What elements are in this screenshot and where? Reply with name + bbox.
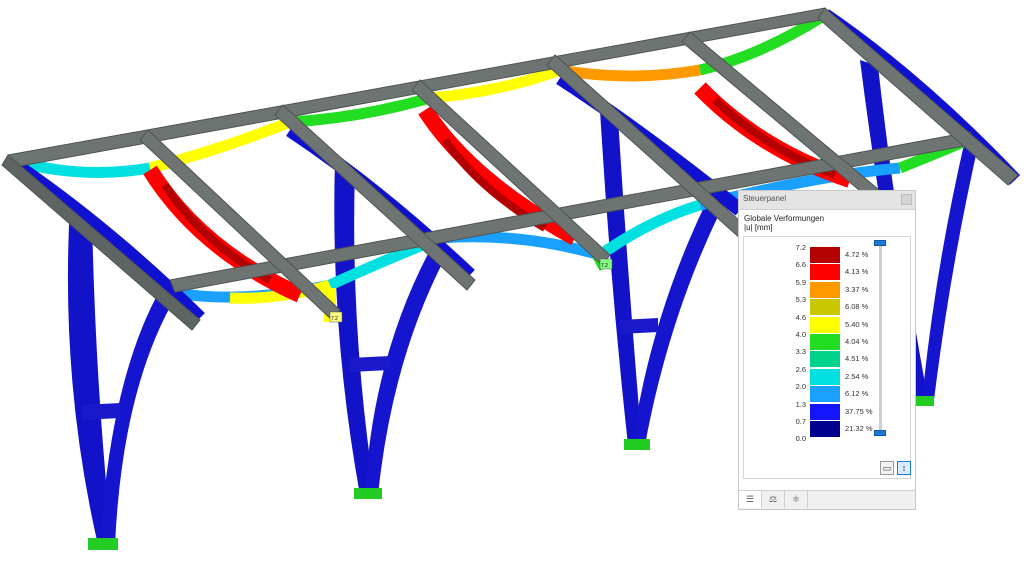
legend-percent: 6.08 % [845, 302, 869, 312]
legend-row: 5.3 6.08 % [744, 295, 884, 316]
column-1-tie [82, 403, 120, 420]
legend-value: 4.6 [795, 312, 806, 322]
column-4-arch [922, 140, 978, 400]
legend-swatch [810, 299, 840, 316]
legend-swatch [810, 386, 840, 403]
window-icon[interactable]: ▭ [880, 461, 894, 475]
range-slider-top-handle[interactable] [874, 240, 886, 246]
legend-row: 2.0 6.12 % [744, 382, 884, 403]
legend-row: 2.6 2.54 % [744, 365, 884, 386]
panel-close-button[interactable] [901, 194, 912, 205]
legend-percent: 4.04 % [845, 337, 869, 346]
result-heading: Globale Verformungen |u| [mm] [744, 214, 824, 232]
legend-icon[interactable]: ☰ [739, 491, 762, 508]
range-slider-bottom-handle[interactable] [874, 430, 886, 436]
legend-value: 3.3 [795, 347, 806, 357]
legend-value: 0.7 [795, 417, 806, 426]
legend-swatch [810, 368, 840, 385]
legend-row: 7.2 4.72 % [744, 243, 884, 264]
result-title: Globale Verformungen [744, 214, 825, 223]
legend-row: 3.3 4.51 % [744, 347, 884, 368]
legend-swatch [810, 351, 840, 368]
legend-swatch [810, 421, 840, 437]
result-unit: |u| [mm] [744, 223, 773, 232]
support-1 [88, 538, 118, 550]
panel-title: Steuerpanel [743, 194, 787, 203]
legend-row: 1.3 37.75 % [744, 400, 884, 421]
legend-row: 4.6 5.40 % [744, 313, 884, 334]
model-label-1: 7.2 [331, 316, 338, 322]
legend-row: 0.7 21.32 % 0.0 [744, 417, 884, 443]
control-panel[interactable]: Steuerpanel Globale Verformungen |u| [mm… [738, 190, 916, 510]
panel-titlebar[interactable]: Steuerpanel [739, 191, 915, 210]
model-label-2: 7.2 [601, 263, 608, 269]
legend-value: 2.0 [795, 382, 806, 392]
legend-percent: 4.51 % [845, 354, 869, 364]
legend-percent: 21.32 % [845, 424, 873, 433]
legend-value: 6.6 [795, 260, 806, 270]
legend-swatch [810, 264, 840, 281]
balance-icon[interactable]: ⚖ [762, 491, 785, 508]
column-2-tie [350, 356, 390, 372]
support-3 [624, 439, 650, 450]
legend-percent: 4.72 % [845, 250, 869, 259]
range-slider-track[interactable] [879, 243, 882, 433]
legend-swatch [810, 403, 840, 420]
legend-swatch [810, 334, 840, 350]
support-2 [354, 488, 382, 499]
legend-percent: 3.37 % [845, 284, 869, 294]
legend-value-min: 0.0 [795, 434, 806, 443]
legend-value: 1.3 [795, 399, 806, 409]
scale-icon[interactable]: ↕ [897, 461, 911, 475]
column-2 [334, 160, 375, 495]
column-2-arch [365, 250, 445, 495]
legend-swatch [810, 281, 840, 298]
column-3 [600, 110, 642, 445]
legend-value: 7.2 [795, 243, 806, 252]
legend-percent: 4.13 % [845, 267, 869, 277]
column-3-tie [620, 318, 658, 334]
legend-swatch [810, 316, 840, 333]
legend-row: 4.0 4.04 % [744, 330, 884, 351]
legend-box: 7.2 4.72 % 6.6 4.13 % 5.9 3.37 % 5.3 6.08 % 4.6 5… [743, 236, 911, 479]
legend-row: 6.6 4.13 % [744, 260, 884, 281]
legend-percent: 6.12 % [845, 389, 869, 399]
legend-value: 5.9 [795, 277, 806, 287]
legend-percent: 5.40 % [845, 319, 869, 329]
legend-value: 4.0 [795, 330, 806, 339]
legend-percent: 2.54 % [845, 371, 869, 381]
legend-percent: 37.75 % [845, 406, 873, 416]
legend-value: 5.3 [795, 295, 806, 305]
panel-tabs: ☰ ⚖ ⚛ [739, 490, 915, 509]
legend-swatch [810, 247, 840, 263]
molecule-icon[interactable]: ⚛ [785, 491, 808, 508]
legend-row: 5.9 3.37 % [744, 278, 884, 299]
legend-value: 2.6 [795, 364, 806, 374]
